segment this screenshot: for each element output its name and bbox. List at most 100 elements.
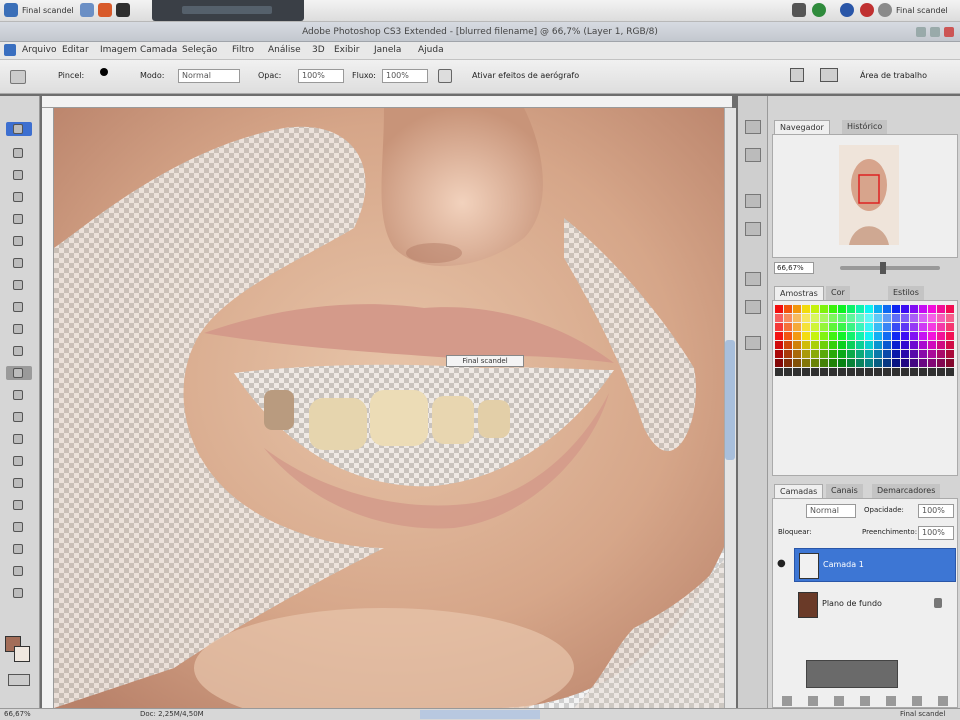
layer-visibility-icon[interactable]: ● [777,558,786,569]
gradient-tool[interactable] [6,366,32,380]
swatch[interactable] [784,350,792,358]
swatch[interactable] [919,305,927,313]
swatch[interactable] [811,314,819,322]
menu-arquivo[interactable]: Arquivo [22,45,56,55]
swatch[interactable] [883,350,891,358]
magic-wand-tool[interactable] [6,190,32,204]
swatch[interactable] [874,359,882,367]
swatch[interactable] [820,341,828,349]
swatch[interactable] [865,359,873,367]
swatch[interactable] [910,350,918,358]
tab-navegador[interactable]: Navegador [774,120,830,134]
swatch[interactable] [829,359,837,367]
swatch[interactable] [829,314,837,322]
blur-tool[interactable] [6,388,32,402]
menu-exibir[interactable]: Exibir [334,45,359,55]
blend-mode-select[interactable]: Normal [806,504,856,518]
swatch[interactable] [793,323,801,331]
layer-row-selected[interactable]: Camada 1 [794,548,956,582]
swatch[interactable] [820,359,828,367]
swatch[interactable] [865,332,873,340]
swatch[interactable] [892,314,900,322]
swatch[interactable] [838,350,846,358]
terminal-icon[interactable] [116,3,130,17]
swatch[interactable] [919,323,927,331]
swatch[interactable] [838,332,846,340]
3d-panel-icon[interactable] [745,336,761,350]
swatch[interactable] [892,368,900,376]
adjustment-icon[interactable] [860,696,870,706]
swatch[interactable] [829,332,837,340]
tab-demarcadores[interactable]: Demarcadores [872,484,941,498]
swatch[interactable] [874,323,882,331]
swatch[interactable] [847,323,855,331]
swatch[interactable] [775,341,783,349]
brush-tool-preset-icon[interactable] [10,70,26,84]
swatch[interactable] [856,359,864,367]
swatch[interactable] [928,305,936,313]
swatch[interactable] [892,323,900,331]
menu-selecao[interactable]: Seleção [182,45,217,55]
new-layer-icon[interactable] [912,696,922,706]
brush-tool[interactable] [6,278,32,292]
swatch[interactable] [820,350,828,358]
swatch[interactable] [820,314,828,322]
swatch[interactable] [838,323,846,331]
brush-preview-icon[interactable] [100,68,108,76]
swatch[interactable] [946,350,954,358]
swatch[interactable] [829,350,837,358]
app-menu-icon[interactable] [4,3,18,17]
swatch[interactable] [946,314,954,322]
swatch[interactable] [910,305,918,313]
swatch[interactable] [793,305,801,313]
swatch[interactable] [838,341,846,349]
swatch[interactable] [883,341,891,349]
swatch[interactable] [874,341,882,349]
workspace-button[interactable]: Área de trabalho [860,71,927,80]
swatch[interactable] [919,359,927,367]
swatch[interactable] [946,305,954,313]
fx-icon[interactable] [808,696,818,706]
swatch[interactable] [883,368,891,376]
actions-panel-icon[interactable] [745,148,761,162]
swatch[interactable] [775,359,783,367]
trash-icon[interactable] [938,696,948,706]
character-panel-icon[interactable] [745,272,761,286]
swatch[interactable] [775,305,783,313]
swatch[interactable] [901,305,909,313]
swatch[interactable] [775,314,783,322]
swatch[interactable] [856,341,864,349]
swatch[interactable] [946,341,954,349]
swatch[interactable] [811,350,819,358]
swatch[interactable] [847,359,855,367]
swatch[interactable] [838,305,846,313]
swatch[interactable] [874,368,882,376]
swatch[interactable] [937,359,945,367]
swatch[interactable] [820,305,828,313]
volume-icon[interactable] [812,3,826,17]
swatch[interactable] [901,359,909,367]
scrollbar-thumb[interactable] [725,340,735,460]
menu-analise[interactable]: Análise [268,45,301,55]
swatch[interactable] [775,368,783,376]
swatch[interactable] [928,314,936,322]
menu-editar[interactable]: Editar [62,45,89,55]
swatch[interactable] [937,368,945,376]
folder-icon[interactable] [80,3,94,17]
swatch[interactable] [919,368,927,376]
tab-cor[interactable]: Cor [826,286,850,300]
swatch[interactable] [802,341,810,349]
shape-tool[interactable] [6,498,32,512]
swatch[interactable] [901,341,909,349]
swatch[interactable] [919,341,927,349]
swatch[interactable] [865,341,873,349]
dodge-tool[interactable] [6,410,32,424]
paragraph-panel-icon[interactable] [745,300,761,314]
swatch[interactable] [901,368,909,376]
swatch[interactable] [901,314,909,322]
swatch[interactable] [928,341,936,349]
network-icon[interactable] [792,3,806,17]
swatch[interactable] [775,323,783,331]
swatch[interactable] [856,368,864,376]
swatch[interactable] [928,368,936,376]
